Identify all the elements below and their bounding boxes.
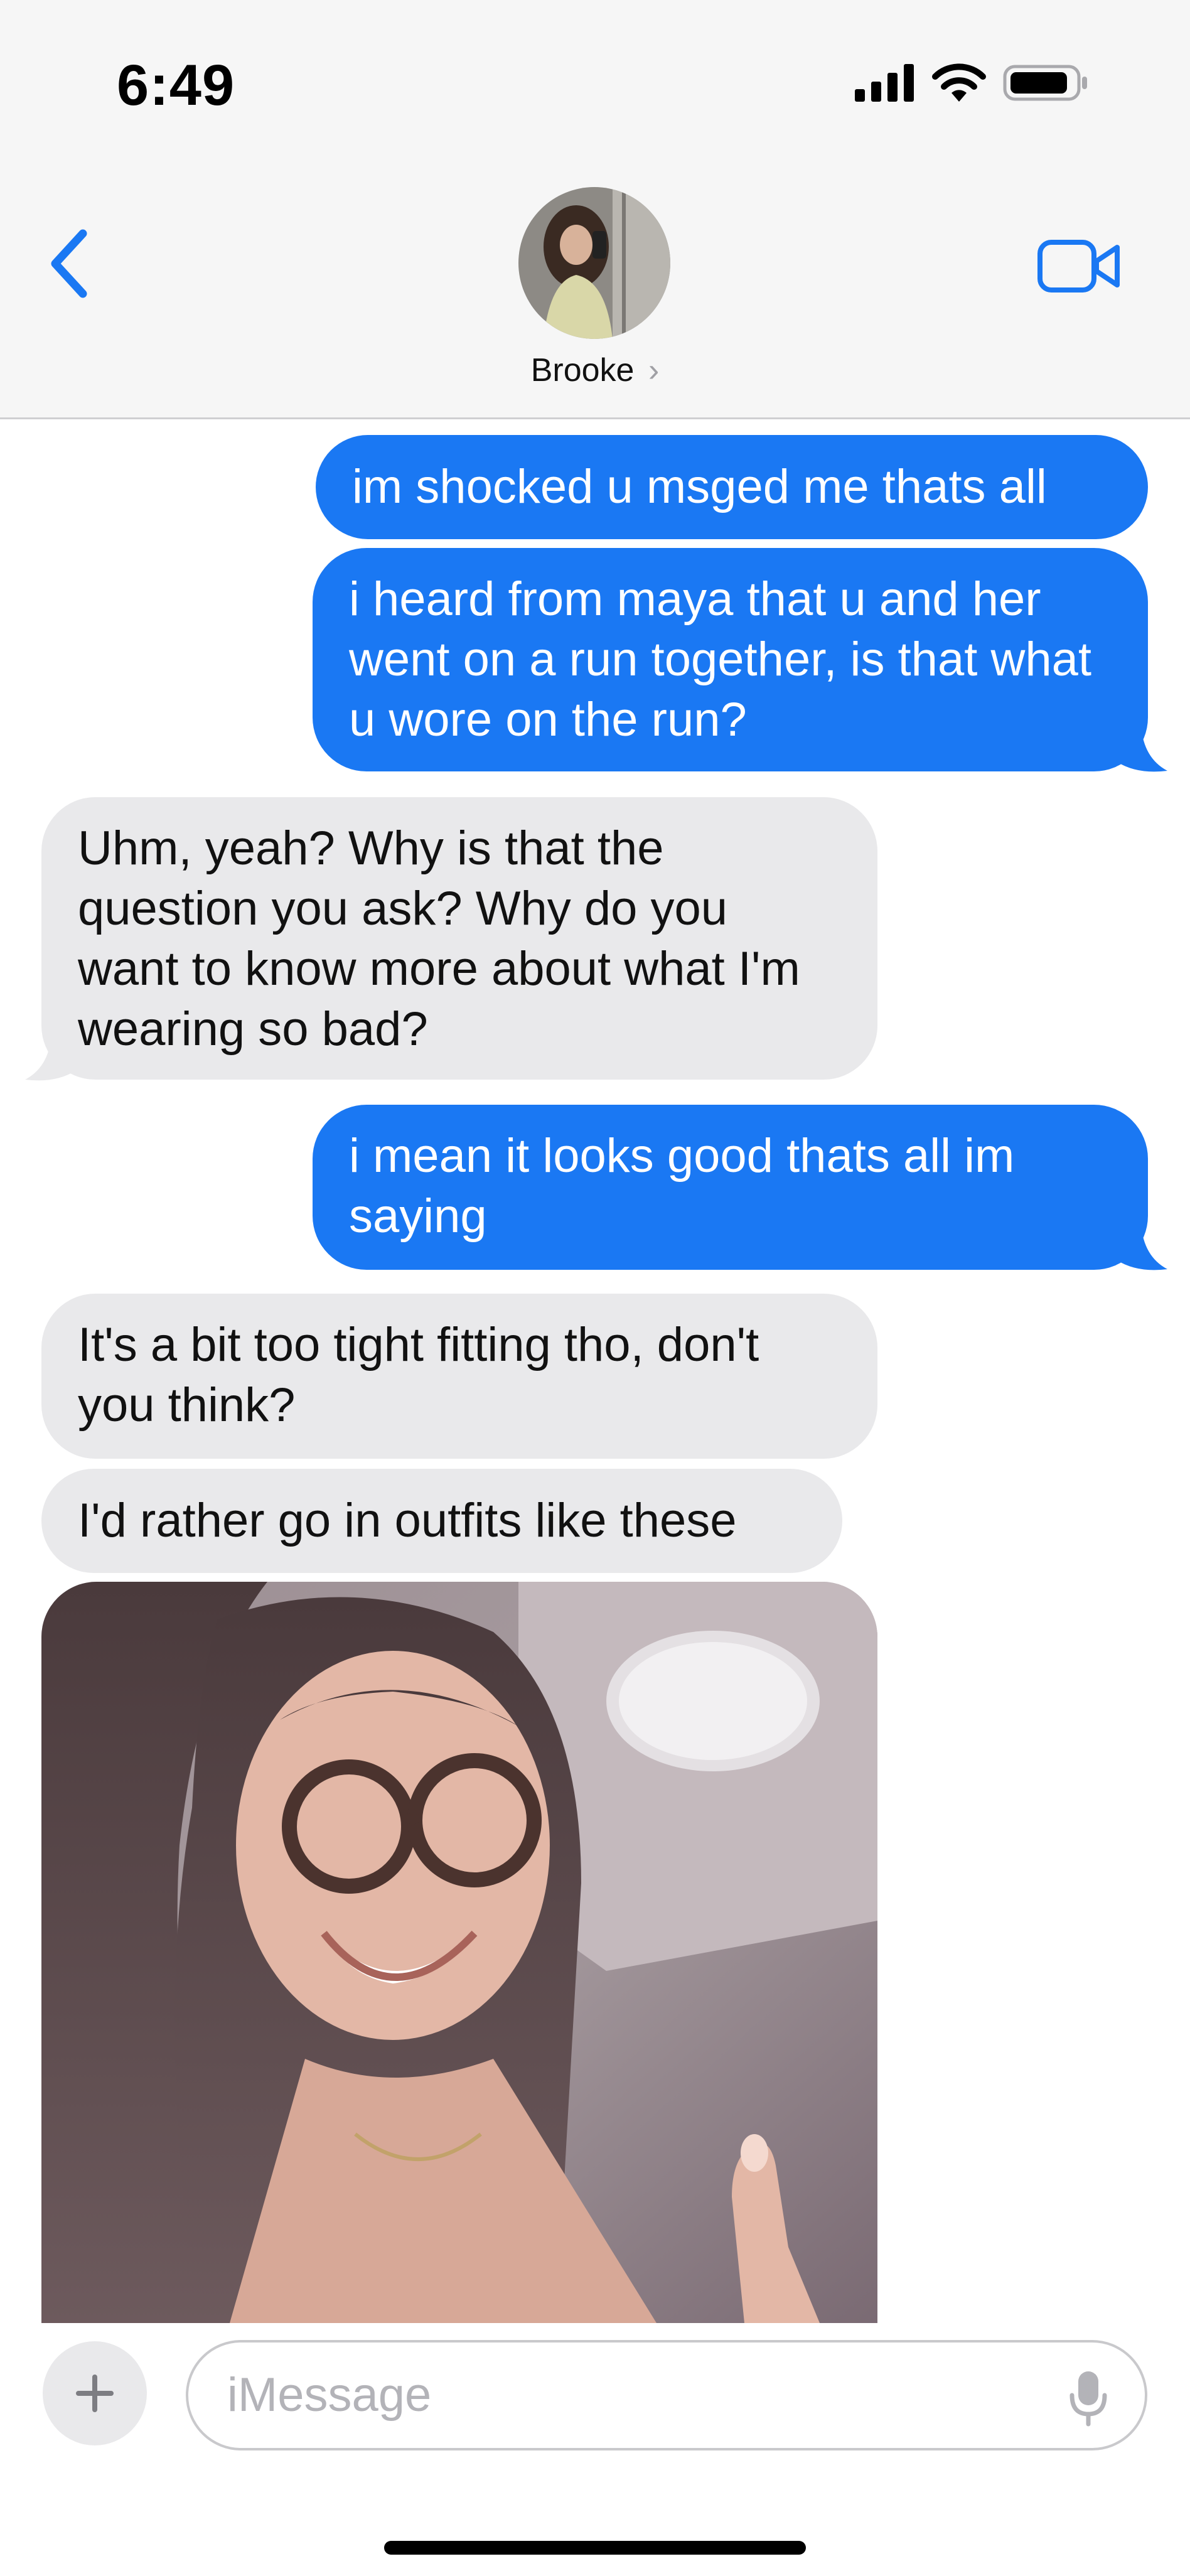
microphone-icon[interactable] [1069,2369,1107,2427]
message-text: i heard from maya that u and her went on… [349,572,1091,746]
message-text: im shocked u msged me thats all [352,460,1047,513]
incoming-message[interactable]: Uhm, yeah? Why is that the question you … [41,797,877,1080]
message-text: i mean it looks good thats all im saying [349,1129,1015,1243]
message-text: It's a bit too tight fitting tho, don't … [78,1318,759,1432]
add-attachment-button[interactable] [43,2341,147,2445]
message-text: Uhm, yeah? Why is that the question you … [78,822,800,1056]
status-time: 6:49 [117,53,235,117]
status-icons [855,63,1088,103]
battery-icon [1003,65,1087,101]
outgoing-bubble-tail [1112,1224,1167,1270]
plus-icon [76,2375,114,2412]
message-input[interactable]: iMessage [186,2340,1147,2450]
wifi-icon [932,63,986,102]
conversation-header: 6:49 Brooke › [0,0,1190,419]
incoming-message[interactable]: I'd rather go in outfits like these [41,1469,842,1573]
home-indicator[interactable] [384,2541,806,2555]
incoming-bubble-tail [25,1034,80,1081]
outgoing-bubble-tail [1112,726,1167,772]
contact-name-row[interactable]: Brooke › [0,352,1190,389]
contact-chevron-icon: › [648,352,660,389]
photo-attachment[interactable] [41,1582,877,2323]
incoming-message[interactable]: It's a bit too tight fitting tho, don't … [41,1294,877,1459]
cellular-signal-icon [855,64,914,102]
outgoing-message[interactable]: im shocked u msged me thats all [316,435,1148,539]
avatar[interactable] [518,187,670,339]
message-text: I'd rather go in outfits like these [78,1494,737,1547]
attached-photo [41,1582,877,2323]
message-thread[interactable]: im shocked u msged me thats all i heard … [0,419,1190,2323]
back-chevron-icon[interactable] [44,226,94,301]
outgoing-message[interactable]: i heard from maya that u and her went on… [313,548,1148,771]
video-call-icon[interactable] [1037,236,1122,296]
avatar-photo [518,187,670,339]
outgoing-message[interactable]: i mean it looks good thats all im saying [313,1105,1148,1270]
message-input-placeholder: iMessage [227,2368,432,2422]
contact-name[interactable]: Brooke [531,352,635,389]
